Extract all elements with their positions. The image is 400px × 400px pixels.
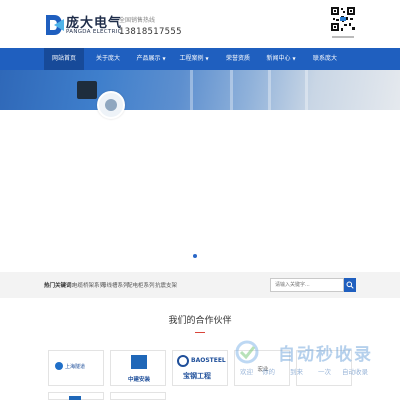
nav-item-honors[interactable]: 荣誉资质 xyxy=(218,48,258,70)
watermark-slogan-word: 欢迎 xyxy=(240,368,253,376)
nav-item-home[interactable]: 网站首页 xyxy=(44,48,84,70)
chevron-down-icon: ▼ xyxy=(162,56,166,61)
title-underline xyxy=(195,332,205,333)
logo-name-en: PANGDA ELECTRIC xyxy=(66,29,122,35)
partners-title: 我们的合作伙伴 xyxy=(168,316,232,326)
hot-keyword-link[interactable]: 配电柜系列 xyxy=(127,281,155,289)
partner-logo-icon xyxy=(55,362,63,370)
watermark-slogan-word: 自动收录 xyxy=(342,368,368,376)
hot-keyword-link[interactable]: 抗震支架 xyxy=(155,281,177,289)
page: 庞大电气 PANGDA ELECTRIC 全国销售热线 13818517555 … xyxy=(0,0,400,400)
nav-item-about[interactable]: 关于庞大 xyxy=(88,48,128,70)
partner-card[interactable]: 中建安装 xyxy=(110,350,166,386)
nav-item-contact[interactable]: 联系庞大 xyxy=(304,48,346,70)
watermark-slogan-word: 你的 xyxy=(262,368,275,376)
qr-code-icon xyxy=(330,6,356,40)
slider-dot[interactable] xyxy=(193,254,197,258)
watermark-slogan-word: 一次 xyxy=(318,368,331,376)
partner-name: 上海隧道 xyxy=(65,364,86,370)
chevron-down-icon: ▼ xyxy=(292,56,296,61)
partner-logo-icon xyxy=(69,396,81,400)
partner-card[interactable]: BAOSTEEL 宝钢工程 xyxy=(172,350,228,386)
nav-item-label: 新闻中心 xyxy=(266,55,291,62)
banner-streak xyxy=(230,70,233,110)
logo-mark-icon xyxy=(46,15,64,35)
partner-card[interactable]: 上海隧道 xyxy=(48,350,104,386)
search-input[interactable] xyxy=(270,278,344,292)
site-logo[interactable]: 庞大电气 PANGDA ELECTRIC xyxy=(44,11,121,39)
nav-item-label: 荣誉资质 xyxy=(225,55,250,62)
search-strip: 热门关键词： 电缆桥架系列 母线槽系列 配电柜系列 抗震支架 xyxy=(0,272,400,298)
nav-item-cases[interactable]: 工程案例 ▼ xyxy=(174,48,214,70)
site-header: 庞大电气 PANGDA ELECTRIC 全国销售热线 13818517555 xyxy=(0,0,400,48)
partner-subname: 宝钢工程 xyxy=(183,372,211,380)
search-icon xyxy=(346,281,354,289)
hot-keyword-link[interactable]: 母线槽系列 xyxy=(101,281,129,289)
nav-item-products[interactable]: 产品展示 ▼ xyxy=(131,48,171,70)
banner-product-image xyxy=(77,81,97,99)
nav-item-label: 关于庞大 xyxy=(95,55,120,62)
hero-banner[interactable] xyxy=(0,70,400,110)
watermark-slogan-word: 到来 xyxy=(290,368,303,376)
nav-item-label: 工程案例 xyxy=(179,55,204,62)
banner-streak xyxy=(268,70,271,110)
partner-name: BAOSTEEL xyxy=(191,357,226,364)
nav-item-label: 产品展示 xyxy=(136,55,161,62)
partner-logo-icon xyxy=(177,355,189,367)
chevron-down-icon: ▼ xyxy=(205,56,209,61)
partner-logo-icon xyxy=(131,355,147,369)
nav-item-label: 网站首页 xyxy=(51,55,76,62)
search-button[interactable] xyxy=(344,278,356,292)
hotline: 全国销售热线 13818517555 xyxy=(119,15,182,37)
hotline-number: 13818517555 xyxy=(119,27,182,37)
banner-streak xyxy=(305,70,308,110)
partner-card[interactable] xyxy=(48,392,104,400)
nav-item-news[interactable]: 新闻中心 ▼ xyxy=(260,48,302,70)
hotline-label: 全国销售热线 xyxy=(119,17,156,24)
partner-card[interactable] xyxy=(110,392,166,400)
banner-product-badge xyxy=(97,91,125,119)
banner-streak xyxy=(190,70,193,110)
nav-item-label: 联系庞大 xyxy=(312,55,337,62)
banner-product-thumb xyxy=(105,99,117,111)
main-nav: 网站首页 关于庞大 产品展示 ▼ 工程案例 ▼ 荣誉资质 新闻中心 ▼ 联系庞大 xyxy=(0,48,400,70)
partner-name: 中建安装 xyxy=(127,377,150,383)
